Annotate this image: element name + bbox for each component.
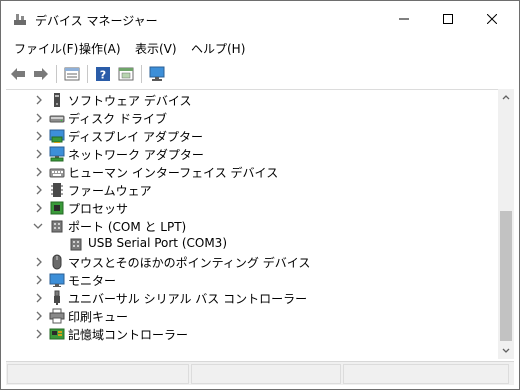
tree-item-label: プロセッサ <box>68 202 129 216</box>
serial-port-icon <box>70 238 82 251</box>
status-cell <box>191 364 341 384</box>
software-device-icon <box>54 93 60 107</box>
tree-item-label: ディスプレイ アダプター <box>68 130 203 144</box>
toolbar-separator <box>87 65 88 83</box>
chevron-down-icon[interactable] <box>33 221 43 231</box>
scroll-down-icon <box>502 348 510 353</box>
tree-item-label: ソフトウェア デバイス <box>68 94 192 108</box>
scroll-down-button[interactable] <box>498 343 514 359</box>
tree-item-monitors[interactable]: モニター <box>6 271 498 289</box>
menu-action[interactable]: 操作(A) <box>77 40 123 57</box>
help-icon: ? <box>96 67 110 82</box>
tree-item-label: ファームウェア <box>68 184 152 198</box>
back-icon <box>11 68 25 80</box>
chevron-right-icon[interactable] <box>34 185 44 195</box>
minimize-button[interactable] <box>381 1 427 37</box>
window-title: デバイス マネージャー <box>35 14 158 28</box>
tree-item-usb-serial-port[interactable]: USB Serial Port (COM3) <box>6 235 498 253</box>
tree-item-software-devices[interactable]: ソフトウェア デバイス <box>6 91 498 109</box>
tree-item-firmware[interactable]: ファームウェア <box>6 181 498 199</box>
tree-item-label: ユニバーサル シリアル バス コントローラー <box>68 292 308 306</box>
tree-item-ports[interactable]: ポート (COM と LPT) <box>6 217 498 235</box>
firmware-icon <box>51 183 63 197</box>
maximize-button[interactable] <box>425 1 471 37</box>
chevron-right-icon[interactable] <box>34 329 44 339</box>
tree-item-label: 記憶域コントローラー <box>68 328 189 342</box>
status-cell <box>7 364 189 384</box>
forward-icon <box>34 68 48 80</box>
tree-item-label: ヒューマン インターフェイス デバイス <box>68 166 279 180</box>
toolbar-separator <box>141 65 142 83</box>
chevron-right-icon[interactable] <box>34 257 44 267</box>
properties-view-button[interactable] <box>61 63 83 85</box>
resources-view-button[interactable] <box>115 63 137 85</box>
device-manager-window: デバイス マネージャー ファイル(F) 操作(A) 表示(V) ヘルプ(H) ?… <box>0 0 520 390</box>
menu-file[interactable]: ファイル(F) <box>12 40 80 57</box>
chevron-right-icon[interactable] <box>34 275 44 285</box>
close-icon <box>487 14 497 24</box>
menu-help[interactable]: ヘルプ(H) <box>189 40 247 57</box>
menu-bar: ファイル(F) 操作(A) 表示(V) ヘルプ(H) <box>1 37 519 59</box>
hid-icon <box>49 168 65 178</box>
toolbar-separator <box>56 65 57 83</box>
tree-item-human-interface-devices[interactable]: ヒューマン インターフェイス デバイス <box>6 163 498 181</box>
chevron-right-icon[interactable] <box>34 113 44 123</box>
back-button[interactable] <box>7 63 29 85</box>
scroll-thumb[interactable] <box>500 211 512 341</box>
chevron-right-icon[interactable] <box>34 203 44 213</box>
tree-item-disk-drives[interactable]: ディスク ドライブ <box>6 109 498 127</box>
minimize-icon <box>399 18 409 20</box>
scroll-up-button[interactable] <box>498 89 514 105</box>
display-adapter-icon <box>49 129 65 143</box>
status-bar <box>6 361 514 385</box>
tree-item-usb-controllers[interactable]: ユニバーサル シリアル バス コントローラー <box>6 289 498 307</box>
tree-item-network-adapters[interactable]: ネットワーク アダプター <box>6 145 498 163</box>
vertical-scrollbar[interactable] <box>498 89 514 359</box>
network-adapter-icon <box>49 146 65 162</box>
usb-icon <box>54 290 60 305</box>
device-manager-app-icon <box>13 12 27 26</box>
printer-icon <box>49 308 65 324</box>
tree-item-storage-controllers[interactable]: 記憶域コントローラー <box>6 325 498 343</box>
title-bar[interactable]: デバイス マネージャー <box>1 1 519 37</box>
close-button[interactable] <box>469 1 515 37</box>
tree-item-label: マウスとそのほかのポインティング デバイス <box>68 256 311 270</box>
resources-view-icon <box>118 67 134 81</box>
scan-hardware-button[interactable] <box>146 63 168 85</box>
chevron-right-icon[interactable] <box>34 131 44 141</box>
tree-item-print-queues[interactable]: 印刷キュー <box>6 307 498 325</box>
chevron-right-icon[interactable] <box>34 95 44 105</box>
tree-item-label: ディスク ドライブ <box>68 112 167 126</box>
device-tree[interactable]: ソフトウェア デバイス ディスク ドライブ ディスプレイ アダプター ネットワー… <box>6 89 498 359</box>
monitor-scan-icon <box>149 66 165 81</box>
help-button[interactable]: ? <box>92 63 114 85</box>
tree-item-label: USB Serial Port (COM3) <box>88 236 227 250</box>
storage-controller-icon <box>49 328 65 340</box>
chevron-right-icon[interactable] <box>34 149 44 159</box>
port-icon <box>51 220 63 233</box>
status-cell <box>343 364 509 384</box>
disk-drive-icon <box>49 115 65 123</box>
scroll-up-icon <box>502 95 510 100</box>
forward-button[interactable] <box>30 63 52 85</box>
tree-item-processors[interactable]: プロセッサ <box>6 199 498 217</box>
tree-item-label: モニター <box>68 274 117 288</box>
tree-item-label: ネットワーク アダプター <box>68 148 204 162</box>
monitor-icon <box>49 273 65 287</box>
tree-item-label: 印刷キュー <box>68 310 129 324</box>
tree-item-label: ポート (COM と LPT) <box>68 220 187 234</box>
toolbar: ? <box>1 59 519 89</box>
svg-text:?: ? <box>100 69 106 82</box>
processor-icon <box>50 201 64 215</box>
mouse-icon <box>52 254 62 270</box>
properties-view-icon <box>64 67 80 81</box>
chevron-right-icon[interactable] <box>34 311 44 321</box>
tree-item-display-adapters[interactable]: ディスプレイ アダプター <box>6 127 498 145</box>
menu-view[interactable]: 表示(V) <box>133 40 179 57</box>
tree-item-mice[interactable]: マウスとそのほかのポインティング デバイス <box>6 253 498 271</box>
chevron-right-icon[interactable] <box>34 167 44 177</box>
maximize-icon <box>443 14 453 24</box>
chevron-right-icon[interactable] <box>34 293 44 303</box>
